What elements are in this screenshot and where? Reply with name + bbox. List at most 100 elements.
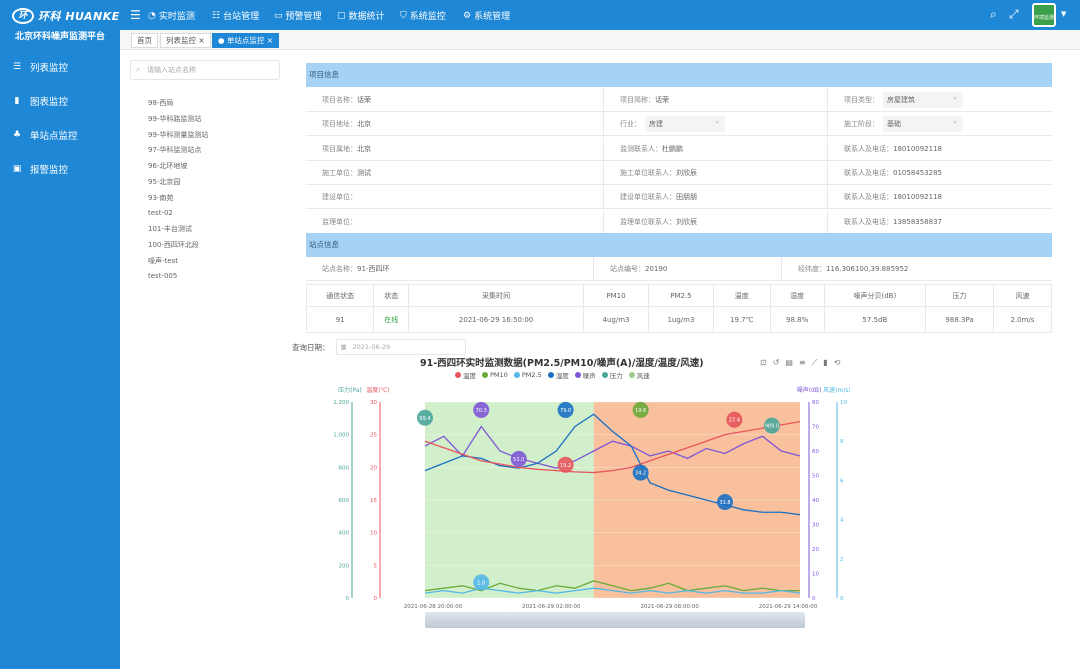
legend-item[interactable]: 温度 [455,370,476,380]
nav-station[interactable]: ☷ 台站管理 [212,9,260,23]
info-cell: 施工阶段： 基础 [828,112,1052,136]
legend-item[interactable]: 压力 [601,370,623,380]
axis-label: 噪声(dB) [797,386,822,394]
tab-home[interactable]: 首页 [131,33,158,48]
tree-item[interactable]: 99-华科测量监测站 [148,130,208,140]
nav-system-manage[interactable]: ⚙ 系统管理 [463,9,510,23]
info-label: 经纬度： [798,265,826,273]
info-cell: 施工单位：测试 [306,160,604,185]
table-header-cell: PM2.5 [647,284,714,307]
legend-item[interactable]: PM2.5 [513,370,542,380]
tick-label: 5 [374,563,378,569]
legend-item[interactable]: 噪声 [574,370,596,380]
axis-label: 压力(Pa) [338,386,362,394]
logo: 环 环科 HUANKE [12,6,120,26]
sidebar-item-single-site[interactable]: ♣ 单站点监控 [0,122,120,148]
info-value: 杜鹏鹏 [662,144,683,153]
chevron-down-icon[interactable]: ▼ [1061,10,1066,18]
info-cell: 项目地址：北京 [306,112,604,137]
info-label: 项目属地： [322,144,357,153]
bar-icon[interactable]: ▮ [823,358,827,368]
nav-label: 台站管理 [223,12,260,22]
chart-title: 91-西四环实时监测数据(PM2.5/PM10/噪声(A)/湿度/温度/风速) [420,358,704,369]
info-value: 刘欣辰 [676,168,697,177]
legend-item[interactable]: 风速 [628,370,650,380]
tick-label: 200 [339,563,350,569]
avatar[interactable]: 环境监测 [1032,3,1056,27]
legend-item[interactable]: PM10 [482,370,508,380]
bar-chart-icon: ▮ [14,96,20,106]
info-label: 站点名称： [322,265,357,273]
tree-item[interactable]: test-02 [148,209,173,217]
info-row: 项目地址：北京 行业： 房建 施工阶段： 基础 [306,112,1052,137]
tree-item[interactable]: 99-华科路监测站 [148,114,201,124]
tree-item[interactable]: 93-南苑 [148,193,173,203]
zoom-icon[interactable]: ⊡ [760,358,767,368]
info-cell: 经纬度：116.306100,39.885952 [782,257,1052,281]
zoom-slider[interactable] [425,612,805,628]
marker-label: 19.6 [635,408,646,414]
info-cell: 联系人及电话：18010092118 [828,185,1052,209]
fullscreen-icon[interactable]: ⤢ [1009,7,1019,22]
sidebar-item-chart-monitor[interactable]: ▮ 图表监控 [0,88,120,114]
table-cell: 98.8% [769,306,825,333]
tab-list-monitor[interactable]: 列表监控 × [160,33,211,48]
save-icon[interactable]: ▤ [785,358,793,368]
info-row: 施工单位：测试 施工单位联系人：刘欣辰 联系人及电话：01058453285 [306,160,1052,185]
table-row: 91 在线 2021-06-29 16:50:00 4ug/m3 1ug/m3 19.7℃… [305,306,1053,333]
legend-label: PM10 [490,371,508,379]
info-cell: 站点编号：20190 [594,257,782,281]
tree-item[interactable]: 96-北环地坡 [148,161,187,171]
tick-label: 10 [840,400,847,406]
tree-item[interactable]: 100-西四环北段 [148,240,199,250]
tree-search-placeholder: 请输入站点名称 [147,66,196,74]
search-icon[interactable]: ⌕ [990,7,997,22]
reset-icon[interactable]: ↺ [773,358,780,368]
tree-item[interactable]: 101-丰台测试 [148,224,192,234]
tick-label: 1,000 [333,433,349,439]
sidebar-item-alarm[interactable]: ▣ 报警监控 [0,156,120,182]
sidebar-item-list-monitor[interactable]: ☰ 列表监控 [0,54,120,80]
info-select[interactable]: 房建 [645,113,725,133]
tree-item[interactable]: 95-北京园 [148,177,180,187]
marker-label: 70.3 [476,408,487,414]
line-icon[interactable]: ⟋ [812,358,818,368]
search-icon: ⌕ [136,65,141,74]
info-label: 建设单位： [322,193,357,202]
info-cell: 联系人及电话：13858358837 [828,210,1052,234]
table-header-cell: 噪声分贝(dB) [823,284,927,307]
info-value: 18010092118 [893,144,942,153]
legend-label: 风速 [636,372,650,380]
nav-system-monitor[interactable]: ⛉ 系统监控 [400,9,446,23]
tree-item[interactable]: 噪声-test [148,256,178,266]
nav-statistics[interactable]: ▢ 数据统计 [337,9,385,23]
info-cell: 联系人及电话：01058453285 [828,161,1052,185]
x-tick-label: 2021-06-29 14:00:00 [759,604,818,610]
info-select[interactable]: 房屋建筑 [883,89,963,108]
list-icon: ☰ [12,62,22,72]
tab-single-site[interactable]: ● 单站点监控 × [212,33,280,48]
logo-mark-icon: 环 [12,8,34,24]
restore-icon[interactable]: ⟲ [834,358,841,368]
tree-search-input[interactable]: ⌕ 请输入站点名称 [130,60,280,80]
table-header-cell: 状态 [373,284,410,307]
tree-item[interactable]: test-005 [148,272,177,280]
legend-dot-icon [482,372,488,378]
tree-item[interactable]: 97-华科监测站点 [148,145,201,155]
info-row: 项目属地：北京 监测联系人：杜鹏鹏 联系人及电话：18010092118 [306,136,1052,161]
legend-item[interactable]: 湿度 [547,370,569,380]
info-cell: 监测联系人：杜鹏鹏 [604,136,828,161]
nav-realtime[interactable]: ◔ 实时监测 [148,9,195,23]
menu-toggle-icon[interactable]: ☰ [130,8,141,22]
legend-dot-icon [455,372,461,378]
nav-warning[interactable]: ▭ 预警管理 [274,9,322,23]
table-cell: 91 [305,306,375,333]
info-select[interactable]: 基础 [883,113,963,133]
table-header-cell: 通信状态 [305,284,375,307]
info-cell: 建设单位： [306,185,604,210]
date-picker[interactable]: ▦ 2021-06-29 [335,339,466,355]
tree-item[interactable]: 98-西局 [148,98,173,108]
data-view-icon[interactable]: ≡ [799,358,806,368]
alarm-icon: ▭ [274,10,283,21]
app-root: 环 环科 HUANKE 北京环科噪声监测平台 ☰ 列表监控 ▮ 图表监控 ♣ 单… [0,0,1080,669]
